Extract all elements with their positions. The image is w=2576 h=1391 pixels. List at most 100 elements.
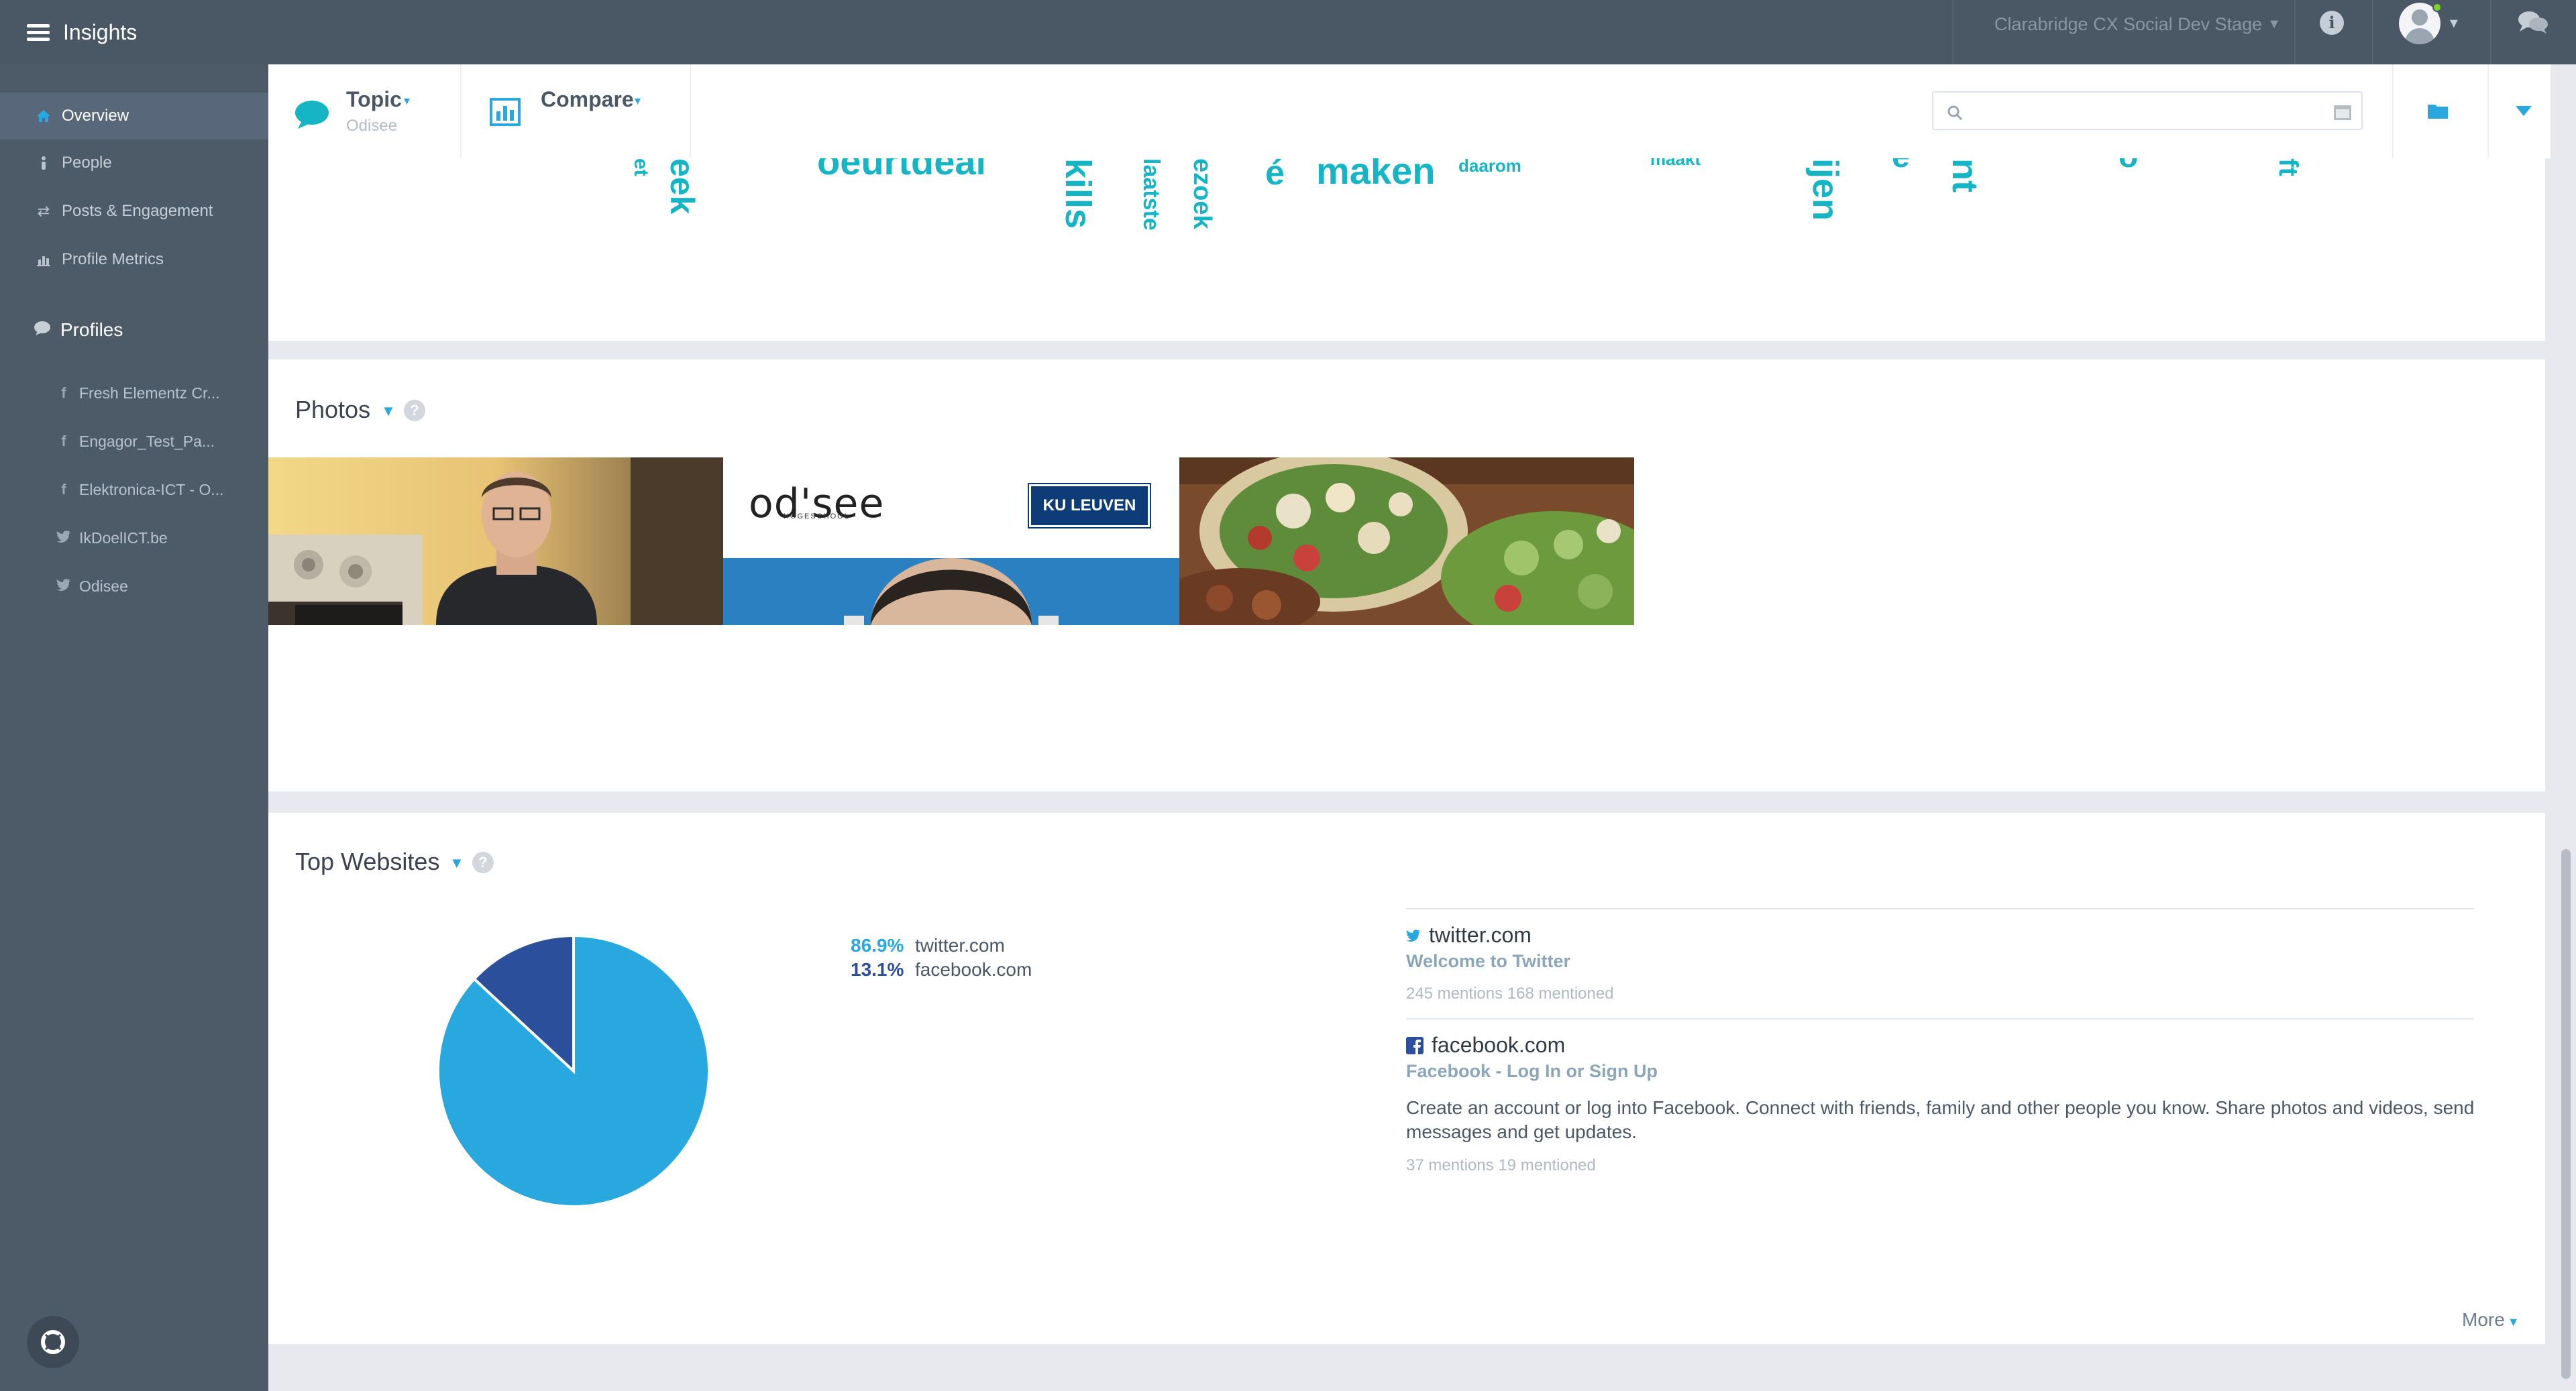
photos-title: Photos — [295, 396, 371, 423]
profile-label: IkDoelICT.be — [79, 528, 168, 547]
sidebar-item-label: People — [62, 154, 112, 172]
divider — [1406, 1018, 2474, 1019]
search-icon — [1947, 105, 1963, 121]
word-cloud-word[interactable]: ó — [2118, 158, 2138, 175]
more-label: More — [2462, 1309, 2505, 1330]
word-cloud-word[interactable]: maakt — [1650, 158, 1701, 170]
topic-selector[interactable]: Topic ▾ Odisee — [268, 64, 462, 158]
topbar-divider — [2294, 0, 2296, 64]
sidebar-item-people[interactable]: People — [0, 140, 268, 186]
site-name: facebook.com — [1432, 1033, 1566, 1057]
site-link-twitter[interactable]: twitter.com — [1406, 923, 1532, 948]
options-dropdown-button[interactable] — [2487, 64, 2551, 158]
word-cloud-word[interactable]: daarom — [1458, 158, 1521, 176]
word-cloud-word[interactable]: ezoek — [1187, 158, 1216, 229]
word-cloud-word[interactable]: ft — [2273, 158, 2303, 176]
retweet-icon: ⇄ — [37, 203, 50, 219]
bar-chart-icon — [490, 98, 521, 126]
photo-thumbnail[interactable] — [1179, 457, 1634, 625]
word-cloud-word[interactable]: e — [1892, 158, 1910, 175]
sidebar-profile-ikdoelict[interactable]: IkDoelICT.be — [0, 518, 268, 558]
profile-label: Fresh Elementz Cr... — [79, 384, 220, 402]
folder-icon — [2428, 105, 2448, 119]
topic-label: Topic — [346, 87, 402, 111]
caret-down-icon: ▼ — [2267, 16, 2281, 32]
help-icon[interactable]: ? — [404, 400, 425, 421]
word-cloud-card: et eek oeurtdeal kills laatste ezoek é m… — [268, 158, 2545, 341]
word-cloud-word[interactable]: eek — [663, 158, 702, 214]
app-title: Insights — [63, 19, 138, 44]
word-cloud-word[interactable]: nt — [1944, 158, 1986, 192]
hamburger-icon — [27, 23, 50, 42]
top-websites-pie-chart — [437, 934, 710, 1208]
workspace-name: Clarabridge CX Social Dev Stage — [1994, 13, 2263, 34]
site-meta: 37 mentions 19 mentioned — [1406, 1156, 1596, 1174]
compare-label: Compare — [541, 87, 634, 111]
word-cloud-word[interactable]: ijen — [1805, 158, 1846, 221]
odisee-logo-subtext: HOGESCHOOL — [784, 512, 850, 520]
profile-label: Elektronica-ICT - O... — [79, 480, 224, 498]
sidebar-profile-fresh-elementz[interactable]: f Fresh Elementz Cr... — [0, 373, 268, 413]
site-title[interactable]: Welcome to Twitter — [1406, 951, 1570, 972]
main-menu-button[interactable]: Insights — [27, 12, 174, 52]
legend-item-facebook: 13.1% facebook.com — [851, 959, 1032, 981]
folder-button[interactable] — [2392, 64, 2486, 158]
user-menu-button[interactable]: ▼ — [2399, 3, 2466, 46]
search-input[interactable] — [1932, 91, 2363, 130]
legend-label: twitter.com — [915, 935, 1005, 956]
compare-selector[interactable]: Compare ▾ — [463, 64, 691, 158]
word-cloud-word[interactable]: é — [1265, 158, 1285, 193]
bar-chart-icon — [35, 251, 52, 268]
support-lifebuoy-icon[interactable] — [27, 1316, 79, 1368]
top-websites-title: Top Websites — [295, 848, 440, 875]
page-scrollbar[interactable] — [2555, 64, 2576, 1391]
workspace-switcher[interactable]: Clarabridge CX Social Dev Stage ▼ — [1972, 0, 2281, 48]
profiles-header-label: Profiles — [60, 319, 123, 340]
caret-down-icon: ▾ — [635, 94, 641, 107]
home-icon — [35, 107, 52, 125]
filter-toolbar: Topic ▾ Odisee Compare ▾ — [268, 64, 2551, 158]
site-title[interactable]: Facebook - Log In or Sign Up — [1406, 1061, 1658, 1082]
facebook-icon: f — [61, 481, 66, 498]
help-icon[interactable]: ? — [472, 852, 494, 873]
legend-label: facebook.com — [915, 959, 1032, 980]
caret-down-icon[interactable]: ▼ — [381, 402, 396, 420]
twitter-icon — [56, 577, 71, 595]
photo-thumbnail[interactable] — [268, 457, 723, 625]
sidebar-profile-engagor-test[interactable]: f Engagor_Test_Pa... — [0, 421, 268, 461]
caret-down-icon[interactable]: ▼ — [449, 854, 464, 872]
sidebar-profile-odisee[interactable]: Odisee — [0, 566, 268, 606]
site-meta: 245 mentions 168 mentioned — [1406, 985, 1614, 1003]
calendar-icon[interactable] — [2333, 103, 2352, 121]
facebook-icon: f — [61, 433, 66, 449]
facebook-icon — [1406, 1036, 1424, 1054]
word-cloud-word[interactable]: kills — [1057, 158, 1099, 229]
more-button[interactable]: More ▼ — [2462, 1309, 2520, 1331]
info-icon[interactable]: i — [2320, 11, 2344, 35]
profiles-header[interactable]: Profiles — [0, 310, 268, 350]
word-cloud-word[interactable]: maken — [1316, 158, 1435, 192]
top-websites-card: Top Websites ▼ ? 86.9% twitter.com 13.1% f… — [268, 813, 2545, 1344]
word-cloud-word[interactable]: et — [629, 158, 652, 176]
topbar-divider — [2372, 0, 2373, 64]
sidebar-item-overview[interactable]: Overview — [0, 93, 268, 140]
chat-bubbles-icon[interactable] — [2517, 9, 2549, 36]
profile-label: Odisee — [79, 577, 128, 595]
person-icon — [35, 154, 52, 172]
site-link-facebook[interactable]: facebook.com — [1406, 1033, 1565, 1058]
sidebar-profile-elektronica-ict[interactable]: f Elektronica-ICT - O... — [0, 469, 268, 510]
twitter-icon — [56, 529, 71, 547]
word-cloud-word[interactable]: laatste — [1138, 158, 1164, 231]
caret-down-icon: ▾ — [404, 94, 411, 107]
scrollbar-thumb[interactable] — [2561, 849, 2571, 1379]
facebook-icon: f — [61, 384, 66, 401]
speech-bubble-icon — [34, 321, 51, 340]
sidebar-item-profile-metrics[interactable]: Profile Metrics — [0, 236, 268, 283]
photos-card: Photos ▼ ? od'see HOGESCHOOL KU LEUVEN — [268, 359, 2545, 791]
legend-percent: 13.1% — [851, 959, 904, 980]
sidebar-item-posts-engagement[interactable]: ⇄ Posts & Engagement — [0, 188, 268, 235]
photo-thumbnail[interactable]: od'see HOGESCHOOL KU LEUVEN — [723, 457, 1179, 625]
ku-leuven-badge: KU LEUVEN — [1028, 483, 1151, 528]
chevron-down-icon — [2516, 106, 2532, 116]
word-cloud-word[interactable]: oeurtdeal — [817, 158, 986, 183]
